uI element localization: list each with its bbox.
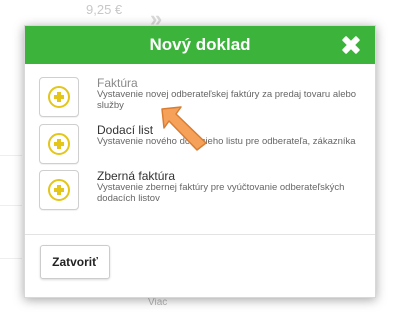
background-price: 9,25 € xyxy=(86,2,123,17)
dialog-header: Nový doklad xyxy=(25,26,375,64)
close-button[interactable]: Zatvoriť xyxy=(40,245,110,279)
option-title[interactable]: Faktúra xyxy=(97,76,138,90)
dialog-title: Nový doklad xyxy=(149,35,251,54)
pointer-arrow-icon xyxy=(161,106,207,151)
background-divider xyxy=(0,205,22,206)
plus-circle-icon[interactable] xyxy=(39,124,79,164)
background-divider xyxy=(0,258,22,259)
close-icon[interactable] xyxy=(341,35,361,55)
option-title[interactable]: Dodací list xyxy=(97,123,153,137)
option-collective-invoice[interactable]: Zberná faktúra Vystavenie zbernej faktúr… xyxy=(39,169,359,214)
plus-circle-icon[interactable] xyxy=(39,77,79,117)
option-title[interactable]: Zberná faktúra xyxy=(97,169,175,183)
option-description: Vystavenie nového dodacieho listu pre od… xyxy=(97,136,356,147)
plus-circle-icon[interactable] xyxy=(39,170,79,210)
option-description: Vystavenie zbernej faktúry pre vyúčtovan… xyxy=(97,182,345,204)
background-divider xyxy=(0,155,22,156)
background-more-link: Viac xyxy=(148,297,168,308)
option-description: Vystavenie novej odberateľskej faktúry z… xyxy=(97,89,357,111)
